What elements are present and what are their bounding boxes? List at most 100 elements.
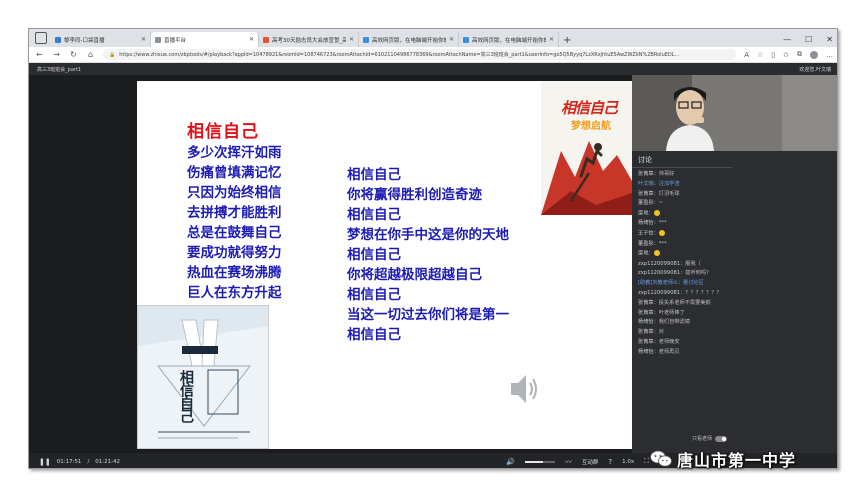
maximize-icon[interactable]: ☐	[805, 35, 812, 44]
volume-slider[interactable]	[524, 460, 555, 463]
chat-message: 董盈彤：~	[638, 200, 738, 207]
chat-username: 梁地	[638, 250, 649, 257]
chat-message: 杨绮怡：老师再见	[638, 349, 738, 356]
back-icon[interactable]: ←	[35, 50, 44, 59]
tab-close-icon[interactable]: ✕	[449, 36, 454, 43]
lyric-line: 梦想在你手中这是你的天地	[347, 227, 509, 243]
lyric-line: 相信自己	[347, 207, 401, 223]
tab-title: 高效网页版，在电脑端开始你的网课...	[372, 37, 446, 44]
lyric-line: 相信自己	[347, 247, 401, 263]
favorite-star-icon[interactable]: ☆	[757, 51, 763, 59]
smiley-emoji-icon	[658, 230, 665, 237]
chat-text: 投失系老师不需要美颜	[658, 299, 711, 306]
slide-lyrics-right: 相信自己 你将赢得胜利创造奇迹 相信自己 梦想在你手中这是你的天地 相信自己 你将超越极限…	[347, 165, 509, 345]
tab-favicon-icon	[363, 36, 369, 43]
reload-icon[interactable]: ↻	[69, 50, 78, 59]
tab-title: 直播平台	[164, 37, 187, 44]
chat-username: zxp1120099081	[638, 260, 681, 267]
chat-text: ***	[658, 220, 667, 227]
browser-tab[interactable]: 高考30天励志员大会放宣誓_高中教育✕	[259, 32, 359, 47]
tab-favicon-icon	[463, 36, 469, 43]
video-title: 高三3班班会_part1	[37, 66, 82, 73]
total-time: 01:21:42	[95, 458, 120, 465]
chat-username: zxp1120099081	[638, 270, 681, 277]
chat-username: 张莨章	[638, 190, 654, 197]
forward-icon[interactable]: →	[52, 50, 61, 59]
browser-tab[interactable]: 高效网页版，在电脑端开始你的网课...✕	[459, 32, 559, 47]
chat-message: zxp1120099081：？？？？？？？	[638, 290, 738, 297]
chat-username: 董盈彤	[638, 200, 654, 207]
only-teacher-toggle[interactable]	[715, 435, 728, 442]
profile-avatar[interactable]	[810, 50, 818, 59]
wechat-logo-icon	[650, 450, 672, 467]
chat-separator: ：	[648, 250, 654, 257]
tab-close-icon[interactable]: ✕	[349, 36, 354, 43]
current-time: 01:17:51	[56, 458, 82, 465]
chat-message: 张莨章：叶老师棒了	[638, 310, 738, 317]
chat-message: 杨绮怡：***	[638, 220, 738, 227]
interact-group-button[interactable]: 互动群	[582, 458, 599, 466]
favorites-icon[interactable]: ✩	[783, 51, 789, 59]
volume-fill	[524, 460, 543, 463]
browser-window: 黎李同-口袋直播✕直播平台✕高考30天励志员大会放宣誓_高中教育✕高效网页版，在…	[28, 28, 838, 469]
more-menu-icon[interactable]: …	[826, 51, 833, 59]
chat-list[interactable]: 张莨章：帅哥好 叶文瑞：注加学渣 张莨章：打羽毛球 董盈彤：~ 梁地： 杨绮怡：*** 王子…	[638, 171, 738, 359]
lyric-line: 热血在赛场沸腾	[187, 265, 282, 281]
chat-separator: ：	[648, 210, 654, 217]
pause-icon[interactable]: ❚❚	[39, 458, 51, 466]
slide-lyrics-left: 多少次挥汗如雨 伤痛曾填满记忆 只因为始终相信 去拼搏才能胜利 总是在鼓舞自己 要成功就得…	[187, 143, 282, 303]
chat-message: 梁地：	[638, 250, 738, 258]
new-tab-button[interactable]: +	[563, 35, 571, 46]
close-icon[interactable]: ✕	[826, 35, 833, 44]
tab-title: 高效网页版，在电脑端开始你的网课...	[472, 37, 546, 44]
chat-message: 董盈彤：***	[638, 241, 738, 248]
volume-icon[interactable]: 🔊	[506, 458, 515, 466]
browser-tab[interactable]: 高效网页版，在电脑端开始你的网课...✕	[359, 32, 459, 47]
home-icon[interactable]: ⌂	[86, 50, 95, 59]
tab-close-icon[interactable]: ✕	[141, 36, 146, 43]
chat-username: 梁地	[638, 210, 649, 217]
chat-separator: ：	[653, 230, 659, 237]
font-size-icon[interactable]: A	[744, 51, 749, 59]
tab-favicon-icon	[155, 36, 161, 43]
chat-message: 梁地：	[638, 210, 738, 218]
poster-bottom-title: 相信自己	[178, 370, 194, 422]
tab-strip: 黎李同-口袋直播✕直播平台✕高考30天励志员大会放宣誓_高中教育✕高效网页版，在…	[29, 29, 837, 47]
tab-close-icon[interactable]: ✕	[249, 36, 254, 43]
browser-tab[interactable]: 黎李同-口袋直播 ✕	[51, 32, 151, 47]
help-icon[interactable]: ?	[608, 458, 612, 466]
chat-text: ？？？？？？？	[685, 290, 722, 297]
poster-top-title: 相信自己	[561, 99, 618, 117]
chat-text: 叶老师棒了	[658, 309, 685, 316]
chat-text: 打羽毛球	[658, 190, 680, 197]
only-teacher-filter[interactable]: 只看老师	[692, 435, 728, 442]
poster-bottom-image: 相信自己	[137, 305, 269, 449]
wave-icon[interactable]: 〰	[565, 457, 572, 467]
chat-message: 张莨章：帅哥好	[638, 171, 738, 178]
fullscreen-icon[interactable]: ⛶	[644, 457, 649, 466]
chat-message: zxp1120099081：能听到吗？	[638, 270, 738, 277]
smiley-emoji-icon	[653, 250, 660, 257]
chat-username: 张莨章	[638, 171, 654, 177]
tab-close-icon[interactable]: ✕	[549, 36, 554, 43]
lyric-line: 你将超越极限超越自己	[347, 267, 482, 283]
speaker-icon[interactable]	[509, 371, 539, 407]
window-menu-icon[interactable]	[35, 32, 47, 44]
lyric-line: 要成功就得努力	[187, 245, 282, 261]
lock-icon: 🔒	[109, 51, 116, 58]
player-stage: 相信自己 多少次挥汗如雨 伤痛曾填满记忆 只因为始终相信 去拼搏才能胜利 总是在鼓舞自己…	[29, 75, 837, 453]
chat-message: 叶文瑞：注加学渣	[638, 181, 738, 188]
browser-toolbar: ← → ↻ ⌂ 🔒 https://www.zhixue.com/zbptool…	[29, 47, 837, 63]
chat-text: ***	[658, 240, 667, 247]
chat-text: 服我（	[685, 260, 701, 267]
chat-username: 王子怡	[638, 230, 654, 237]
browser-tab[interactable]: 直播平台 ✕	[151, 32, 259, 47]
speed-button[interactable]: 1.0x	[622, 459, 634, 465]
minimize-icon[interactable]: —	[783, 35, 791, 44]
split-screen-icon[interactable]: ▯	[771, 51, 775, 59]
collections-icon[interactable]: ⧉	[797, 50, 802, 59]
watermark: 唐山市第一中学	[650, 447, 796, 471]
address-bar[interactable]: 🔒 https://www.zhixue.com/zbptools/#/play…	[103, 49, 737, 60]
lyric-line: 相信自己	[347, 287, 401, 303]
chat-username: 张莨章	[638, 299, 654, 306]
